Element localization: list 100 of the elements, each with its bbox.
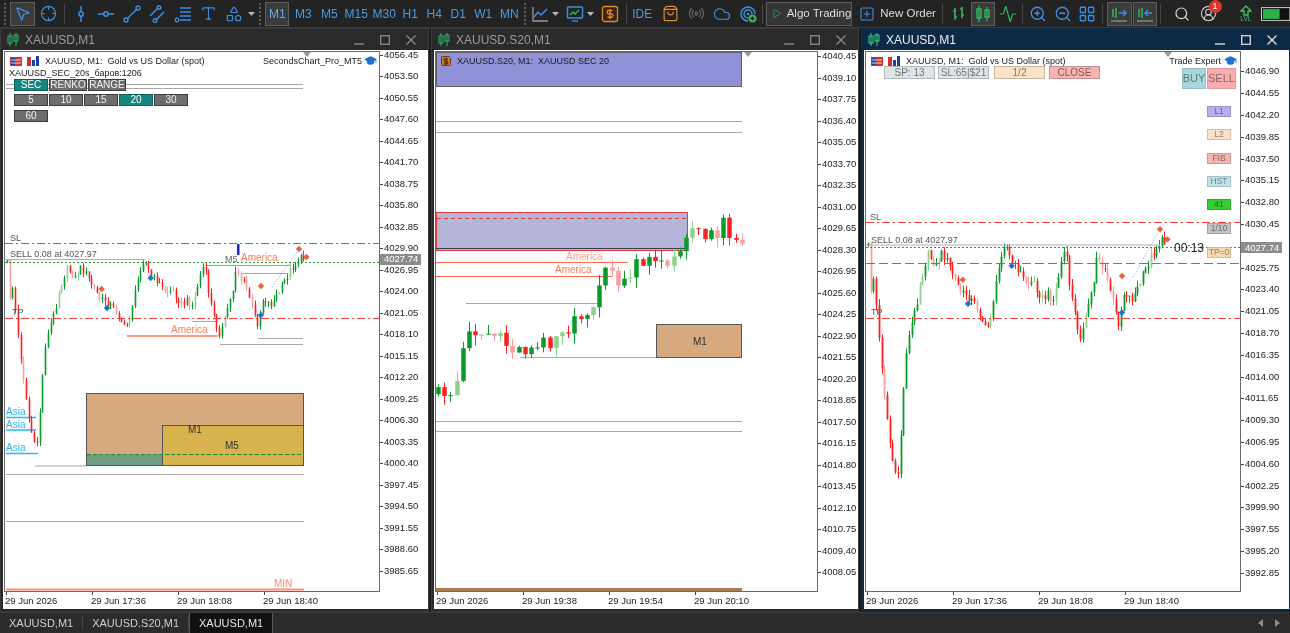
side-button[interactable]: HST <box>1207 176 1231 187</box>
line-chart-icon[interactable] <box>531 4 550 23</box>
stop-loss-label: SL <box>870 212 881 222</box>
level-line <box>257 338 304 339</box>
trade-button[interactable]: BUY <box>1182 68 1206 89</box>
price-label: 4038.75 <box>384 178 419 189</box>
diamond-marker-icon <box>98 285 105 293</box>
timeframe-button[interactable]: H1 <box>399 1 422 26</box>
candlestick-icon <box>868 33 880 46</box>
period-button[interactable]: 15 <box>84 94 118 106</box>
timeframe-button[interactable]: M15 <box>343 1 370 26</box>
diamond-marker-icon <box>257 311 265 319</box>
new-order-button[interactable]: New Order <box>856 1 939 26</box>
price-label: 3995.20 <box>1245 545 1280 556</box>
timeframe-button[interactable]: H4 <box>423 1 446 26</box>
timeframe-button[interactable]: MN <box>497 1 522 26</box>
chart-legend: XAUUSD, M1: Gold vs US Dollar (spot) <box>906 56 1066 66</box>
arrow-up-icon[interactable] <box>1239 4 1252 16</box>
panel-button[interactable]: CLOSE <box>1049 66 1100 79</box>
price-label: 4039.85 <box>1245 131 1280 142</box>
price-label: 4039.10 <box>822 72 857 83</box>
play-icon[interactable] <box>772 7 782 20</box>
user-icon[interactable] <box>1199 5 1217 22</box>
side-button[interactable]: 41 <box>1207 199 1231 210</box>
timeframe-label: M5 <box>225 254 238 264</box>
mode-button[interactable]: RANGE <box>88 79 126 91</box>
timeframe-button[interactable]: W1 <box>471 1 496 26</box>
scroll-right-button[interactable] <box>1275 619 1280 627</box>
period-button[interactable]: 30 <box>154 94 188 106</box>
price-label: 4033.70 <box>822 158 857 169</box>
price-label: 4012.10 <box>822 502 857 513</box>
zone-label: M1 <box>188 424 202 435</box>
side-button[interactable]: L2 <box>1207 129 1231 140</box>
chart-tab[interactable]: XAUUSD,M1 <box>0 613 83 633</box>
period-button[interactable]: 60 <box>14 110 48 122</box>
timeframe-button[interactable]: M30 <box>371 1 398 26</box>
price-label: 4030.45 <box>1245 218 1280 229</box>
triangle-marker-icon <box>303 52 311 57</box>
trade-button[interactable]: SELL <box>1207 68 1236 89</box>
time-label: 29 Jun 18:08 <box>1038 596 1093 606</box>
candlestick-icon <box>7 33 19 46</box>
diamond-marker-icon <box>959 276 966 283</box>
price-label: 4023.40 <box>1245 284 1280 295</box>
timeframe-button[interactable]: D1 <box>447 1 470 26</box>
minimize-button[interactable] <box>784 42 794 45</box>
price-label: 4047.60 <box>384 114 419 125</box>
mode-button[interactable]: RENKO <box>49 79 87 91</box>
scroll-left-button[interactable] <box>1258 619 1263 627</box>
ide-button[interactable]: IDE <box>627 1 658 26</box>
side-button[interactable]: FIB <box>1207 153 1231 164</box>
bar-chart-icon <box>888 56 900 66</box>
new-order-icon[interactable] <box>859 5 876 22</box>
caret-icon[interactable] <box>552 11 560 16</box>
maximize-button[interactable] <box>380 34 390 45</box>
stop-loss-label: SL <box>10 233 21 243</box>
timeframe-button[interactable]: M1 <box>265 1 290 26</box>
time-label: 29 Jun 17:36 <box>91 596 146 606</box>
price-label: 4018.85 <box>822 395 857 406</box>
price-label: 4021.05 <box>1245 306 1280 317</box>
level-line <box>34 465 87 467</box>
level-line <box>191 321 218 322</box>
status-meter-icon <box>1260 6 1290 21</box>
period-button[interactable]: 10 <box>49 94 83 106</box>
price-label: 4012.20 <box>384 372 419 383</box>
info-text: XAUUSD_SEC_20s_баров:1206 <box>9 69 142 78</box>
side-button[interactable]: 1/10 <box>1207 223 1231 234</box>
time-label: 29 Jun 2026 <box>436 596 489 606</box>
algo-trading-button[interactable]: Algo Trading <box>766 1 853 26</box>
time-label: 29 Jun 19:38 <box>522 596 577 606</box>
side-button[interactable]: L1 <box>1207 106 1231 117</box>
account-button[interactable]: 1 <box>1195 1 1222 26</box>
price-label: 4016.35 <box>1245 349 1280 360</box>
price-label: 4032.80 <box>1245 197 1280 208</box>
period-button[interactable]: 20 <box>119 94 153 106</box>
price-label: 4009.40 <box>822 545 857 556</box>
time-label: 29 Jun 18:40 <box>263 596 318 606</box>
session-label: America <box>241 252 278 263</box>
mode-button[interactable]: SEC <box>14 79 48 91</box>
period-button[interactable]: 5 <box>14 94 48 106</box>
chart-tab[interactable]: XAUUSD,M1 <box>189 613 274 633</box>
side-button[interactable]: TP=0 <box>1207 247 1231 258</box>
caret-icon[interactable] <box>586 11 594 16</box>
price-label: 4000.40 <box>384 458 419 469</box>
price-label: 4021.55 <box>822 352 857 363</box>
price-label: 4053.50 <box>384 71 419 82</box>
table-icon <box>10 57 22 66</box>
caret-icon[interactable] <box>247 11 255 16</box>
panel-button[interactable]: SL:65|$21 <box>938 66 989 79</box>
price-label: 4031.00 <box>822 201 857 212</box>
maximize-button[interactable] <box>810 34 820 45</box>
monitor-chart-icon[interactable] <box>565 4 584 23</box>
price-label: 3988.60 <box>384 544 419 555</box>
panel-button[interactable]: SP: 13 <box>884 66 935 79</box>
timeframe-button[interactable]: M5 <box>317 1 342 26</box>
price-label: 4013.45 <box>822 481 857 492</box>
price-label: 3997.45 <box>384 479 419 490</box>
panel-button[interactable]: 1/2 <box>994 66 1045 79</box>
timeframe-button[interactable]: M3 <box>291 1 316 26</box>
chart-tab[interactable]: XAUUSD.S20,M1 <box>83 613 188 633</box>
minimize-button[interactable] <box>354 42 364 45</box>
